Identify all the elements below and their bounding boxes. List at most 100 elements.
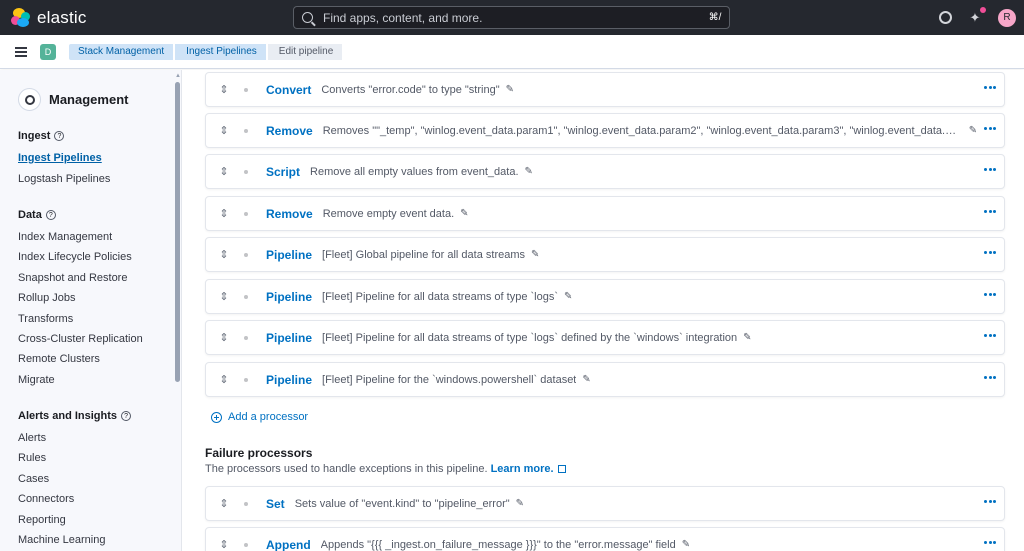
plus-circle-icon	[211, 411, 222, 423]
pencil-icon[interactable]: ✎	[516, 498, 524, 509]
pencil-icon[interactable]: ✎	[682, 539, 690, 550]
sidebar-item-snapshot-and-restore[interactable]: Snapshot and Restore	[18, 272, 127, 284]
pencil-icon[interactable]: ✎	[582, 374, 590, 385]
drag-handle-icon[interactable]: ⇕	[216, 124, 232, 137]
elastic-logo[interactable]: elastic	[11, 7, 291, 28]
more-horizontal-icon[interactable]	[984, 251, 996, 254]
drag-handle-icon[interactable]: ⇕	[216, 83, 232, 96]
processor-type[interactable]: Remove	[266, 207, 313, 221]
more-horizontal-icon[interactable]	[984, 334, 996, 337]
drag-handle-icon[interactable]: ⇕	[216, 290, 232, 303]
drag-handle-icon[interactable]: ⇕	[216, 538, 232, 551]
drag-handle-icon[interactable]: ⇕	[216, 207, 232, 220]
news-feed-icon[interactable]: ✦	[968, 6, 986, 25]
processor-description: Sets value of "event.kind" to "pipeline_…	[294, 497, 510, 510]
processor-row[interactable]: ⇕ Remove Remove empty event data. ✎	[205, 196, 1005, 231]
drag-handle-icon[interactable]: ⇕	[216, 165, 232, 178]
help-icon[interactable]: ?	[121, 411, 132, 421]
notification-dot	[980, 6, 986, 13]
processor-row[interactable]: ⇕ Pipeline [Fleet] Pipeline for all data…	[205, 279, 1005, 314]
processor-row[interactable]: ⇕ Convert Converts "error.code" to type …	[205, 72, 1005, 107]
sidebar-item-rollup-jobs[interactable]: Rollup Jobs	[18, 292, 75, 304]
more-horizontal-icon[interactable]	[984, 210, 996, 213]
processor-row[interactable]: ⇕ Pipeline [Fleet] Global pipeline for a…	[205, 237, 1005, 272]
app-name: elastic	[37, 7, 87, 27]
processor-description: Appends "{{{ _ingest.on_failure_message …	[320, 538, 676, 551]
sidebar-item-index-lifecycle-policies[interactable]: Index Lifecycle Policies	[18, 251, 132, 263]
processor-description: Remove all empty values from event_data.	[310, 165, 519, 178]
bullet-icon	[244, 335, 248, 340]
breadcrumb-ingest-pipelines[interactable]: Ingest Pipelines	[175, 43, 266, 60]
menu-toggle-icon[interactable]	[15, 46, 27, 57]
top-header: elastic Find apps, content, and more. ⌘/…	[0, 0, 1024, 35]
more-horizontal-icon[interactable]	[984, 376, 996, 379]
sidebar-item-machine-learning[interactable]: Machine Learning	[18, 534, 105, 546]
failure-processor-row[interactable]: ⇕ Set Sets value of "event.kind" to "pip…	[205, 486, 1005, 521]
scroll-up-icon[interactable]: ▲	[175, 73, 181, 79]
sidebar-item-index-management[interactable]: Index Management	[18, 231, 112, 243]
sidebar-item-reporting[interactable]: Reporting	[18, 514, 66, 526]
processor-row[interactable]: ⇕ Pipeline [Fleet] Pipeline for all data…	[205, 320, 1005, 355]
sidebar-item-cases[interactable]: Cases	[18, 473, 49, 485]
bullet-icon	[244, 128, 248, 133]
help-icon[interactable]: ?	[45, 210, 56, 220]
more-horizontal-icon[interactable]	[984, 86, 996, 89]
processor-row[interactable]: ⇕ Script Remove all empty values from ev…	[205, 154, 1005, 189]
pencil-icon[interactable]: ✎	[531, 249, 539, 260]
sidebar-item-cross-cluster-replication[interactable]: Cross-Cluster Replication	[18, 333, 143, 345]
pencil-icon[interactable]: ✎	[506, 84, 514, 95]
pencil-icon[interactable]: ✎	[969, 125, 977, 136]
pipeline-editor: ⇕ Convert Converts "error.code" to type …	[182, 70, 1024, 551]
pencil-icon[interactable]: ✎	[460, 208, 468, 219]
drag-handle-icon[interactable]: ⇕	[216, 331, 232, 344]
failure-processors-title: Failure processors	[205, 446, 313, 460]
processor-description: [Fleet] Global pipeline for all data str…	[322, 248, 526, 261]
pencil-icon[interactable]: ✎	[564, 291, 572, 302]
sidebar-item-connectors[interactable]: Connectors	[18, 493, 74, 505]
more-horizontal-icon[interactable]	[984, 500, 996, 503]
pencil-icon[interactable]: ✎	[743, 332, 751, 343]
processor-type[interactable]: Set	[266, 497, 285, 511]
more-horizontal-icon[interactable]	[984, 541, 996, 544]
sidebar-item-ingest-pipelines[interactable]: Ingest Pipelines	[18, 152, 102, 164]
sidebar-item-remote-clusters[interactable]: Remote Clusters	[18, 353, 100, 365]
drag-handle-icon[interactable]: ⇕	[216, 373, 232, 386]
add-processor-button[interactable]: Add a processor	[211, 411, 308, 423]
processor-type[interactable]: Pipeline	[266, 331, 312, 345]
bullet-icon	[244, 294, 248, 299]
processor-row[interactable]: ⇕ Remove Removes ""_temp", "winlog.event…	[205, 113, 1005, 148]
sidebar-item-alerts[interactable]: Alerts	[18, 432, 46, 444]
processor-type[interactable]: Convert	[266, 83, 311, 97]
sidebar-scrollbar[interactable]	[175, 82, 180, 382]
breadcrumb-stack-management[interactable]: Stack Management	[69, 43, 174, 60]
pencil-icon[interactable]: ✎	[525, 166, 533, 177]
failure-processor-row[interactable]: ⇕ Append Appends "{{{ _ingest.on_failure…	[205, 527, 1005, 551]
more-horizontal-icon[interactable]	[984, 168, 996, 171]
processor-type[interactable]: Script	[266, 165, 300, 179]
processor-type[interactable]: Append	[266, 538, 311, 551]
help-icon[interactable]: ?	[54, 131, 65, 141]
more-horizontal-icon[interactable]	[984, 293, 996, 296]
space-selector[interactable]: D	[40, 43, 56, 60]
user-avatar[interactable]: R	[998, 8, 1016, 27]
learn-more-link[interactable]: Learn more.	[491, 463, 554, 475]
processor-description: Converts "error.code" to type "string"	[321, 83, 500, 96]
processor-type[interactable]: Pipeline	[266, 373, 312, 387]
processor-type[interactable]: Pipeline	[266, 248, 312, 262]
gear-icon	[18, 88, 41, 111]
processor-type[interactable]: Remove	[266, 124, 313, 138]
sidebar-item-rules[interactable]: Rules	[18, 452, 46, 464]
more-horizontal-icon[interactable]	[984, 127, 996, 130]
processor-type[interactable]: Pipeline	[266, 290, 312, 304]
drag-handle-icon[interactable]: ⇕	[216, 497, 232, 510]
failure-subtitle-text: The processors used to handle exceptions…	[205, 463, 488, 475]
drag-handle-icon[interactable]: ⇕	[216, 248, 232, 261]
external-link-icon	[557, 465, 566, 473]
sidebar-item-migrate[interactable]: Migrate	[18, 374, 55, 386]
processor-row[interactable]: ⇕ Pipeline [Fleet] Pipeline for the `win…	[205, 362, 1005, 397]
sidebar-item-transforms[interactable]: Transforms	[18, 313, 73, 325]
sidebar-item-logstash-pipelines[interactable]: Logstash Pipelines	[18, 173, 110, 185]
global-search-input[interactable]: Find apps, content, and more. ⌘/	[293, 6, 730, 29]
header-actions: ✦ R	[939, 0, 1016, 35]
help-icon[interactable]	[939, 11, 952, 24]
